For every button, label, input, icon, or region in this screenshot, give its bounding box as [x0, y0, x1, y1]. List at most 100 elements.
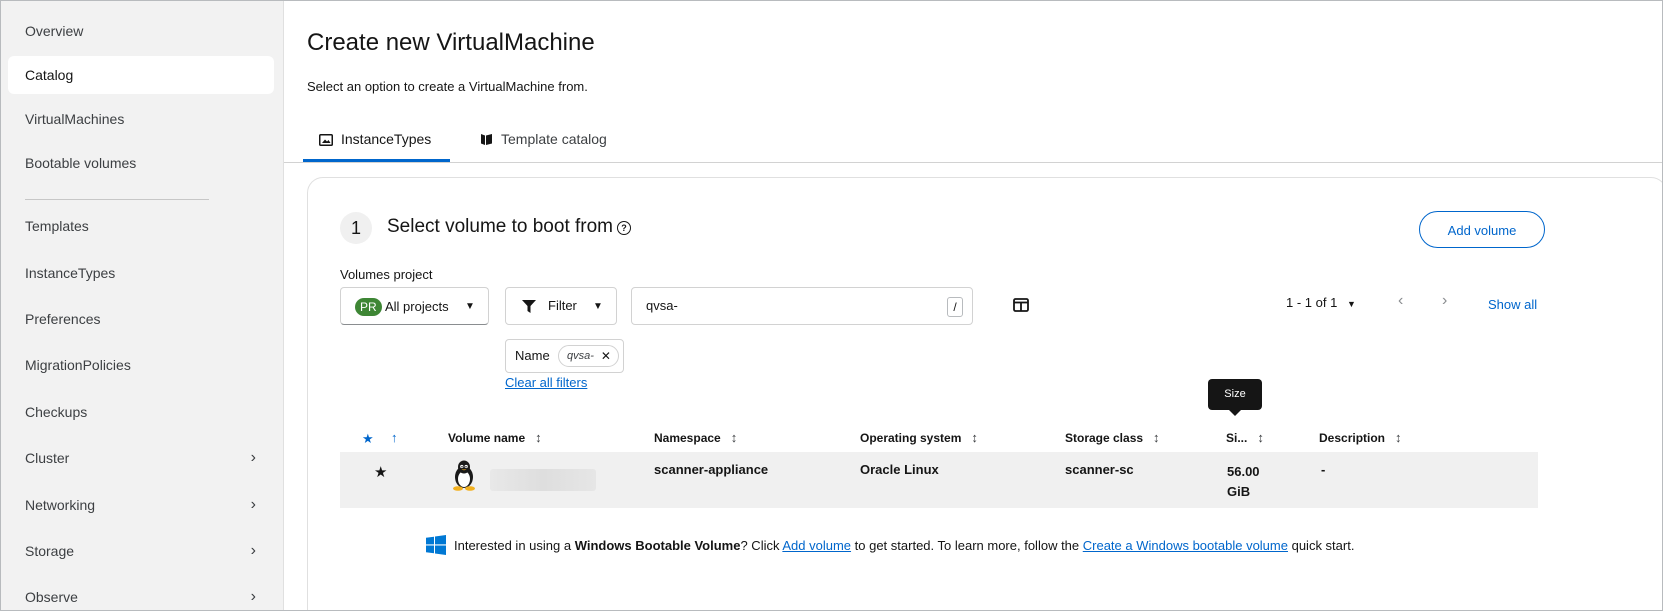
show-all-link[interactable]: Show all	[1488, 297, 1537, 312]
sidebar-item-label: Overview	[25, 23, 84, 39]
image-icon	[319, 134, 333, 146]
sidebar-item-observe[interactable]: Observe ›	[8, 578, 274, 610]
sort-icon: ↕	[1153, 430, 1160, 445]
cell-description: -	[1321, 462, 1326, 477]
search-shortcut-key: /	[947, 297, 963, 317]
cell-namespace: scanner-appliance	[654, 462, 769, 477]
sidebar-item-label: Catalog	[25, 67, 74, 83]
sidebar-item-label: VirtualMachines	[25, 111, 125, 127]
search-input-value: qvsa-	[646, 298, 678, 313]
volume-name-redacted[interactable]	[490, 469, 596, 491]
windows-bootable-note: Interested in using a Windows Bootable V…	[426, 535, 1354, 555]
windows-quickstart-link[interactable]: Create a Windows bootable volume	[1083, 538, 1288, 553]
clear-all-filters-link[interactable]: Clear all filters	[505, 375, 587, 390]
filter-dropdown[interactable]: Filter ▼	[505, 287, 617, 325]
tab-template-catalog[interactable]: Template catalog	[464, 119, 623, 162]
step-number: 1	[340, 212, 372, 244]
tab-instancetypes[interactable]: InstanceTypes	[303, 119, 450, 162]
pagination-toggle[interactable]: 1 - 1 of 1 ▼	[1286, 295, 1356, 310]
sidebar-item-label: InstanceTypes	[25, 265, 116, 281]
sidebar-item-label: Preferences	[25, 311, 101, 327]
sidebar-item-checkups[interactable]: Checkups	[8, 393, 274, 431]
sidebar-item-cluster[interactable]: Cluster ›	[8, 439, 274, 477]
filter-chip-text: qvsa-	[567, 350, 594, 362]
main-content: Create new VirtualMachine Select an opti…	[284, 1, 1662, 610]
note-text: Interested in using a	[454, 538, 575, 553]
sidebar-item-migrationpolicies[interactable]: MigrationPolicies	[8, 346, 274, 384]
sort-icon: ↕	[535, 430, 542, 445]
filter-chip: qvsa- ✕	[558, 345, 619, 367]
boot-volume-card: 1 Select volume to boot from? Add volume…	[307, 177, 1662, 610]
sidebar-item-label: Cluster	[25, 450, 70, 466]
column-header-namespace[interactable]: Namespace ↕	[654, 430, 737, 445]
project-select[interactable]: PR All projects ▼	[340, 287, 489, 325]
sidebar-item-label: Bootable volumes	[25, 155, 137, 171]
favorite-star-icon[interactable]: ★	[374, 463, 387, 481]
step-title-text: Select volume to boot from	[387, 216, 613, 237]
sidebar-divider	[25, 199, 209, 200]
page-title: Create new VirtualMachine	[307, 29, 595, 56]
sidebar-item-storage[interactable]: Storage ›	[8, 532, 274, 570]
sidebar-item-instancetypes[interactable]: InstanceTypes	[8, 254, 274, 292]
sidebar-item-virtualmachines[interactable]: VirtualMachines	[8, 100, 274, 138]
column-header-volume-name[interactable]: Volume name ↕	[448, 430, 542, 445]
sort-icon: ↕	[1395, 430, 1402, 445]
note-text: ? Click	[740, 538, 783, 553]
close-icon[interactable]: ✕	[601, 346, 611, 366]
add-volume-button[interactable]: Add volume	[1419, 211, 1545, 248]
pagination-text: 1 - 1 of 1	[1286, 295, 1338, 310]
page-subtitle: Select an option to create a VirtualMach…	[307, 79, 588, 94]
project-badge: PR	[355, 298, 382, 316]
step-title: Select volume to boot from?	[387, 216, 631, 238]
note-text: quick start.	[1287, 538, 1355, 553]
help-icon[interactable]: ?	[617, 221, 631, 235]
chevron-left-icon[interactable]: ‹	[1398, 292, 1403, 310]
search-input[interactable]: qvsa- /	[631, 287, 973, 325]
sidebar-item-overview[interactable]: Overview	[8, 12, 274, 50]
column-header-storage-class[interactable]: Storage class ↕	[1065, 430, 1160, 445]
column-header-size[interactable]: Si... ↕	[1226, 430, 1264, 445]
tab-label: InstanceTypes	[341, 131, 432, 147]
favorite-sort-star-icon[interactable]: ★	[362, 431, 374, 447]
cell-size: 56.00 GiB	[1227, 462, 1260, 502]
app-window: Overview Catalog VirtualMachines Bootabl…	[0, 0, 1663, 611]
sidebar-item-networking[interactable]: Networking ›	[8, 486, 274, 524]
note-bold-text: Windows Bootable Volume	[574, 538, 741, 553]
column-header-operating-system[interactable]: Operating system ↕	[860, 430, 978, 445]
column-header-label: Operating system	[860, 431, 962, 445]
sidebar-item-catalog[interactable]: Catalog	[8, 56, 274, 94]
sidebar: Overview Catalog VirtualMachines Bootabl…	[1, 1, 284, 610]
sort-arrow-up-icon[interactable]: ↑	[391, 430, 398, 445]
filter-icon	[522, 300, 536, 313]
sidebar-item-templates[interactable]: Templates	[8, 207, 274, 245]
cell-operating-system: Oracle Linux	[860, 462, 939, 477]
sidebar-item-preferences[interactable]: Preferences	[8, 300, 274, 338]
column-header-label: Storage class	[1065, 431, 1144, 445]
filter-chip-group: Name qvsa- ✕	[505, 339, 624, 373]
caret-down-icon: ▼	[465, 301, 475, 312]
windows-logo-icon	[426, 535, 446, 555]
tab-label: Template catalog	[501, 131, 607, 147]
sidebar-item-label: MigrationPolicies	[25, 357, 131, 373]
sidebar-item-label: Storage	[25, 543, 75, 559]
sidebar-item-label: Observe	[25, 589, 78, 605]
column-header-description[interactable]: Description ↕	[1319, 430, 1402, 445]
manage-columns-icon[interactable]	[1013, 298, 1029, 312]
caret-down-icon: ▼	[1346, 299, 1356, 309]
cell-storage-class: scanner-sc	[1065, 462, 1134, 477]
chevron-right-icon[interactable]: ›	[1442, 292, 1447, 310]
column-header-label: Si...	[1226, 431, 1248, 445]
table-row[interactable]: ★ scanner-appliance Oracle Linux scanner…	[340, 452, 1538, 508]
add-volume-link[interactable]: Add volume	[782, 538, 851, 553]
sidebar-item-bootable-volumes[interactable]: Bootable volumes	[8, 144, 274, 182]
sort-icon: ↕	[730, 430, 738, 445]
sort-icon: ↕	[1257, 430, 1264, 445]
tab-bar: InstanceTypes Template catalog	[284, 119, 1662, 163]
filter-label: Filter	[548, 298, 577, 313]
column-header-label: Description	[1319, 431, 1386, 445]
cell-size-value: 56.00	[1227, 464, 1260, 479]
sidebar-item-label: Networking	[25, 497, 96, 513]
chevron-right-icon: ›	[250, 496, 256, 513]
catalog-icon	[481, 134, 492, 145]
cell-size-unit: GiB	[1227, 484, 1251, 499]
